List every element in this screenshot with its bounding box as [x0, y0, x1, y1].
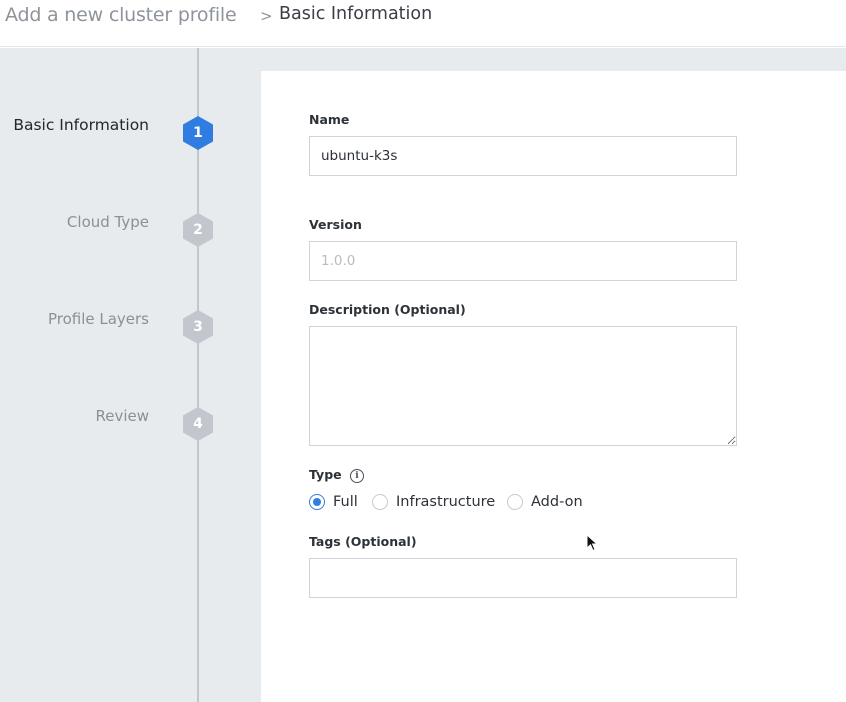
version-input[interactable] [309, 241, 737, 281]
radio-infrastructure[interactable] [372, 494, 388, 510]
step-label-review[interactable]: Review [95, 407, 149, 425]
radio-label-infrastructure: Infrastructure [396, 494, 496, 510]
step-marker-1[interactable]: 1 [181, 115, 215, 151]
breadcrumb-separator: > [260, 7, 273, 25]
tags-input[interactable] [309, 558, 737, 598]
type-label: Type [309, 467, 342, 482]
step-marker-3[interactable]: 3 [181, 309, 215, 345]
step-number: 1 [193, 125, 203, 141]
mouse-pointer-icon [586, 534, 598, 552]
radio-label-add-on: Add-on [531, 494, 583, 510]
step-number: 4 [193, 416, 203, 432]
breadcrumb-root[interactable]: Add a new cluster profile [5, 4, 237, 26]
version-label: Version [309, 217, 362, 232]
description-textarea[interactable] [309, 326, 737, 446]
tags-label: Tags (Optional) [309, 534, 417, 549]
type-option-infrastructure[interactable]: Infrastructure [372, 492, 495, 512]
radio-full[interactable] [309, 494, 325, 510]
step-marker-4[interactable]: 4 [181, 406, 215, 442]
page-header: Add a new cluster profile > Basic Inform… [0, 0, 846, 47]
name-input[interactable] [309, 136, 737, 176]
type-option-add-on[interactable]: Add-on [507, 492, 583, 512]
radio-label-full: Full [333, 494, 358, 510]
step-label-profile-layers[interactable]: Profile Layers [48, 310, 149, 328]
name-label: Name [309, 112, 350, 127]
type-option-full[interactable]: Full [309, 492, 358, 512]
breadcrumb-current: Basic Information [279, 4, 433, 24]
description-label: Description (Optional) [309, 302, 466, 317]
step-label-basic-information[interactable]: Basic Information [13, 116, 149, 134]
info-icon[interactable]: i [350, 469, 364, 483]
step-number: 2 [193, 222, 203, 238]
step-label-cloud-type[interactable]: Cloud Type [67, 213, 149, 231]
radio-add-on[interactable] [507, 494, 523, 510]
step-number: 3 [193, 319, 203, 335]
step-marker-2[interactable]: 2 [181, 212, 215, 248]
